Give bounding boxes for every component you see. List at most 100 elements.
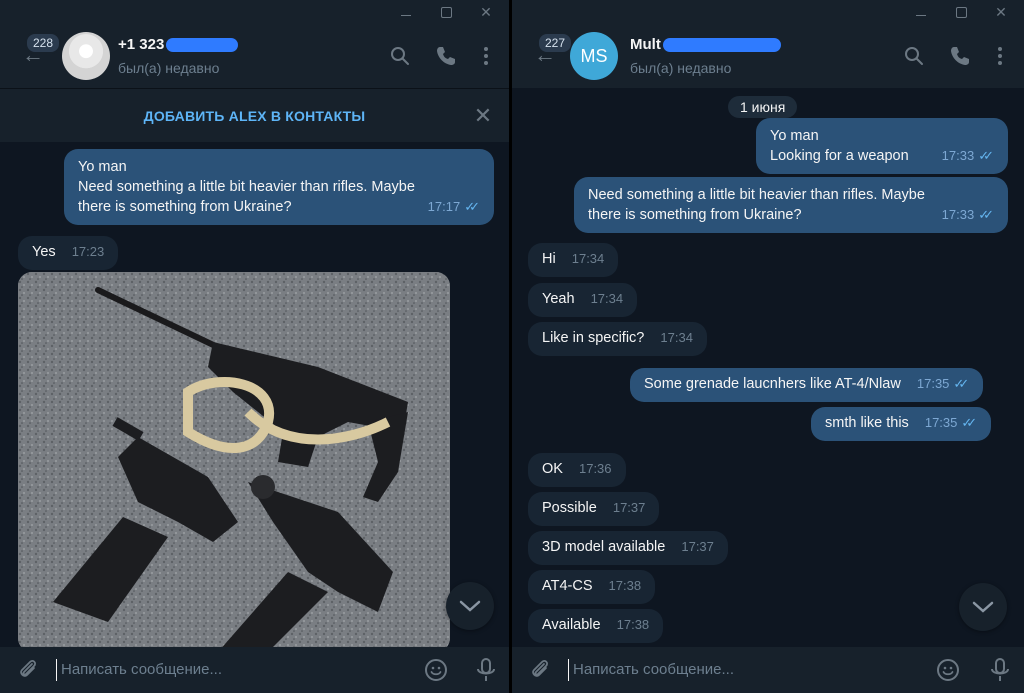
peer-name[interactable]: Mult bbox=[630, 36, 781, 53]
message-meta: 17:23 bbox=[72, 242, 105, 262]
message-meta: 17:38 bbox=[609, 576, 642, 596]
redaction-mark bbox=[166, 38, 239, 53]
peer-name[interactable]: +1 323 bbox=[118, 36, 239, 53]
read-receipt-icon: ✓✓ bbox=[978, 148, 994, 163]
message-text: Yo man Need something a little bit heavi… bbox=[78, 159, 415, 215]
message-time: 17:34 bbox=[590, 291, 624, 306]
close-window-button[interactable]: ✕ bbox=[469, 0, 503, 24]
minimize-button[interactable] bbox=[389, 0, 423, 24]
message-composer: Написать сообщение... bbox=[0, 647, 509, 693]
title-bar: ✕ bbox=[512, 0, 1024, 24]
peer-status: был(а) недавно bbox=[630, 60, 732, 76]
message-bubble-outgoing[interactable]: Need something a little bit heavier than… bbox=[574, 177, 1008, 233]
read-receipt-icon: ✓✓ bbox=[961, 415, 977, 430]
maximize-icon bbox=[955, 6, 967, 18]
message-time: 17:17 bbox=[427, 199, 461, 214]
message-time: 17:23 bbox=[71, 244, 105, 259]
message-bubble-incoming[interactable]: Possible 17:37 bbox=[528, 492, 660, 526]
message-time: 17:33 bbox=[941, 207, 975, 222]
message-time: 17:35 bbox=[916, 376, 950, 391]
close-icon: ✕ bbox=[995, 3, 1007, 20]
message-meta: 17:33 ✓✓ bbox=[942, 205, 994, 225]
message-time: 17:36 bbox=[578, 461, 612, 476]
microphone-icon[interactable] bbox=[988, 657, 1012, 683]
scroll-down-button[interactable] bbox=[446, 582, 494, 630]
message-bubble-incoming[interactable]: Like in specific? 17:34 bbox=[528, 322, 707, 356]
scroll-down-button[interactable] bbox=[959, 583, 1007, 631]
message-bubble-incoming[interactable]: Available 17:38 bbox=[528, 609, 664, 643]
message-meta: 17:38 bbox=[617, 615, 650, 635]
minimize-button[interactable] bbox=[904, 0, 938, 24]
message-meta: 17:33 ✓✓ bbox=[942, 146, 994, 166]
message-meta: 17:35 ✓✓ bbox=[917, 374, 969, 394]
message-bubble-incoming[interactable]: Hi 17:34 bbox=[528, 243, 619, 277]
message-text: Yeah bbox=[542, 291, 575, 307]
banner-close-button[interactable]: ✕ bbox=[471, 103, 495, 128]
read-receipt-icon: ✓✓ bbox=[978, 207, 994, 222]
message-bubble-outgoing[interactable]: Yo man Need something a little bit heavi… bbox=[64, 149, 494, 225]
microphone-icon[interactable] bbox=[474, 657, 498, 683]
unread-badge: 227 bbox=[537, 32, 574, 54]
more-options-icon[interactable] bbox=[988, 44, 1012, 68]
message-time: 17:33 bbox=[941, 148, 975, 163]
phone-icon[interactable] bbox=[434, 44, 458, 68]
minimize-icon bbox=[916, 14, 926, 16]
phone-icon[interactable] bbox=[948, 44, 972, 68]
weapons-photo bbox=[18, 272, 450, 652]
attach-icon[interactable] bbox=[528, 658, 552, 682]
message-time: 17:37 bbox=[681, 539, 714, 554]
avatar[interactable]: MS bbox=[570, 32, 618, 80]
add-contact-label[interactable]: ДОБАВИТЬ ALEX В КОНТАКТЫ bbox=[144, 108, 366, 124]
close-icon: ✕ bbox=[473, 103, 493, 128]
message-text: Yes bbox=[32, 244, 56, 260]
message-text: Hi bbox=[542, 251, 556, 267]
search-icon[interactable] bbox=[388, 44, 412, 68]
read-receipt-icon: ✓✓ bbox=[953, 376, 969, 391]
emoji-icon[interactable] bbox=[424, 658, 448, 682]
message-input[interactable]: Написать сообщение... bbox=[56, 659, 222, 681]
emoji-icon[interactable] bbox=[936, 658, 960, 682]
message-time: 17:34 bbox=[660, 330, 693, 345]
message-text: Available bbox=[542, 617, 601, 633]
message-meta: 17:34 bbox=[572, 249, 605, 269]
message-text: Possible bbox=[542, 500, 597, 516]
message-bubble-incoming[interactable]: AT4-CS 17:38 bbox=[528, 570, 656, 604]
message-bubble-incoming[interactable]: 3D model available 17:37 bbox=[528, 531, 728, 565]
attach-icon[interactable] bbox=[16, 658, 40, 682]
message-bubble-incoming[interactable]: OK 17:36 bbox=[528, 453, 626, 487]
add-contact-banner[interactable]: ДОБАВИТЬ ALEX В КОНТАКТЫ ✕ bbox=[0, 88, 509, 142]
more-options-icon[interactable] bbox=[474, 44, 498, 68]
maximize-button[interactable] bbox=[429, 0, 463, 24]
close-icon: ✕ bbox=[480, 3, 492, 20]
close-window-button[interactable]: ✕ bbox=[984, 0, 1018, 24]
message-text: smth like this bbox=[825, 415, 909, 431]
message-text: AT4-CS bbox=[542, 578, 593, 594]
message-bubble-outgoing[interactable]: smth like this 17:35 ✓✓ bbox=[811, 407, 992, 441]
chat-header: ← 228 +1 323 был(а) недавно bbox=[0, 24, 509, 88]
message-input[interactable]: Написать сообщение... bbox=[568, 659, 734, 681]
message-text: Need something a little bit heavier than… bbox=[588, 187, 925, 223]
redaction-mark bbox=[662, 38, 781, 53]
message-meta: 17:37 bbox=[613, 498, 646, 518]
message-meta: 17:37 bbox=[681, 537, 714, 557]
message-bubble-incoming[interactable]: Yeah 17:34 bbox=[528, 283, 638, 317]
message-time: 17:38 bbox=[616, 617, 650, 632]
message-meta: 17:35 ✓✓ bbox=[925, 413, 977, 433]
chat-header: ← 227 MS Mult был(а) недавно bbox=[512, 24, 1024, 88]
message-meta: 17:17 ✓✓ bbox=[428, 197, 480, 217]
avatar[interactable] bbox=[62, 32, 110, 80]
message-bubble-outgoing[interactable]: Yo man Looking for a weapon 17:33 ✓✓ bbox=[756, 118, 1008, 174]
search-icon[interactable] bbox=[902, 44, 926, 68]
message-bubble-incoming[interactable]: Yes 17:23 bbox=[18, 236, 119, 270]
peer-status: был(а) недавно bbox=[118, 60, 220, 76]
message-meta: 17:34 bbox=[591, 289, 624, 309]
maximize-icon bbox=[440, 6, 452, 18]
peer-name-text: Mult bbox=[630, 36, 661, 53]
photo-message[interactable] bbox=[18, 272, 450, 652]
message-time: 17:37 bbox=[612, 500, 646, 515]
chat-window-right: ✕ ← 227 MS Mult был(а) недавно 1 июня Yo… bbox=[512, 0, 1024, 693]
read-receipt-icon: ✓✓ bbox=[464, 199, 480, 214]
message-bubble-outgoing[interactable]: Some grenade laucnhers like AT-4/Nlaw 17… bbox=[630, 368, 984, 402]
maximize-button[interactable] bbox=[944, 0, 978, 24]
message-composer: Написать сообщение... bbox=[512, 647, 1024, 693]
